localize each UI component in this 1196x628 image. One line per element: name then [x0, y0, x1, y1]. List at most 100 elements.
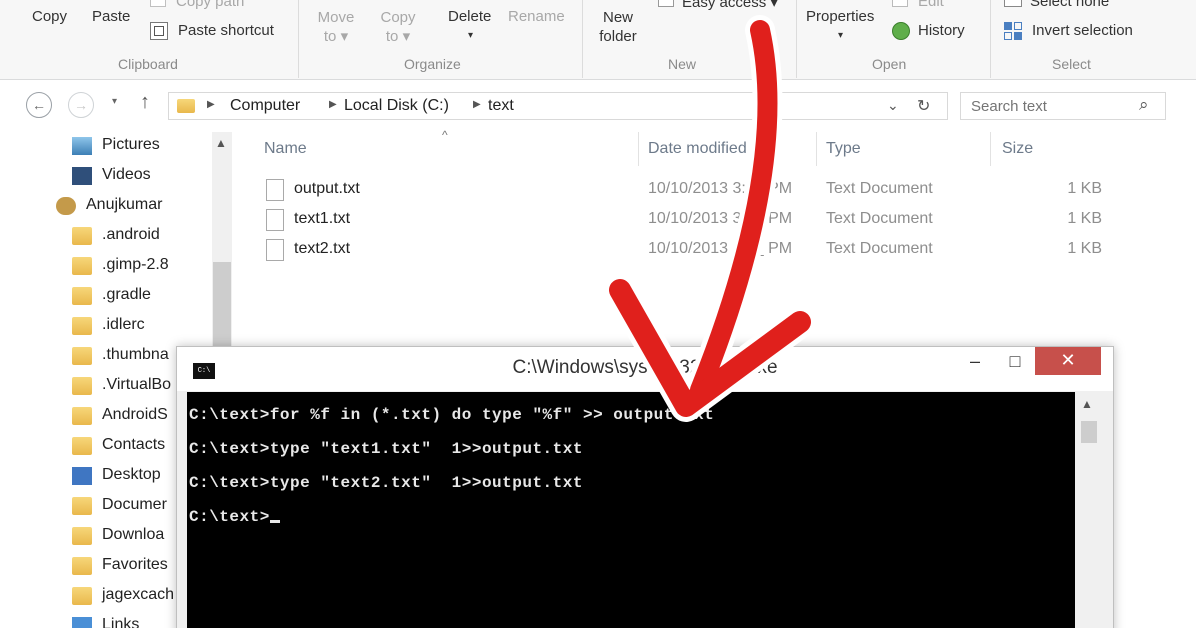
properties-dropdown-icon[interactable]: ▾ [838, 30, 843, 41]
address-dropdown-icon[interactable]: ⌄ [887, 97, 899, 114]
paste-shortcut-button[interactable]: Paste shortcut [178, 22, 274, 39]
console-prompt-line[interactable]: C:\text> [189, 508, 280, 526]
console-line: C:\text>type "text1.txt" 1>>output.txt [189, 440, 583, 458]
downloads-icon [72, 527, 92, 545]
ribbon-separator [298, 0, 299, 78]
file-size: 1 KB [1067, 180, 1102, 197]
organize-group-label: Organize [404, 56, 461, 72]
cmd-scroll-thumb[interactable] [1081, 421, 1097, 443]
breadcrumb-computer[interactable]: Computer [230, 97, 300, 115]
up-arrow-icon[interactable]: ↑ [140, 91, 150, 114]
delete-button[interactable]: Delete [448, 8, 491, 25]
folder-icon [72, 347, 92, 365]
folder-icon [72, 377, 92, 395]
text-cursor [269, 520, 280, 523]
search-box[interactable]: ⌕ [960, 92, 1166, 120]
file-type: Text Document [826, 210, 933, 227]
history-icon [892, 22, 910, 40]
recent-locations-icon[interactable]: ▾ [112, 96, 117, 107]
ribbon: Copy Paste Copy path Paste shortcut Clip… [0, 0, 1196, 80]
delete-dropdown-icon[interactable]: ▾ [468, 30, 473, 41]
select-none-icon [1004, 0, 1022, 7]
new-group-label: New [668, 56, 697, 72]
select-none-button[interactable]: Select none [1030, 0, 1109, 10]
file-row[interactable]: text1.txt 10/10/2013 3:__ PM Text Docume… [262, 206, 1132, 234]
forward-button[interactable]: → [68, 92, 94, 118]
column-header-type[interactable]: Type [826, 140, 861, 158]
easy-access-button[interactable]: Easy access ▾ [682, 0, 778, 11]
text-file-icon [266, 179, 284, 201]
paste-button[interactable]: Paste [92, 8, 130, 25]
links-icon [72, 617, 92, 628]
new-folder-button[interactable]: New folder [594, 8, 642, 46]
breadcrumb-text[interactable]: text [488, 97, 514, 115]
copy-path-icon [150, 0, 166, 7]
file-type: Text Document [826, 180, 933, 197]
file-size: 1 KB [1067, 240, 1102, 257]
copy-path-button[interactable]: Copy path [176, 0, 244, 10]
search-icon[interactable]: ⌕ [1139, 95, 1149, 115]
maximize-button[interactable]: □ [995, 347, 1035, 377]
documents-icon [72, 497, 92, 515]
select-group-label: Select [1052, 56, 1091, 72]
console-line: C:\text>for %f in (*.txt) do type "%f" >… [189, 406, 715, 424]
text-file-icon [266, 209, 284, 231]
history-button[interactable]: History [918, 22, 965, 39]
pictures-icon [72, 137, 92, 155]
folder-icon [72, 257, 92, 275]
column-header-size[interactable]: Size [1002, 140, 1033, 158]
sort-indicator-icon: ^ [442, 128, 448, 142]
paste-shortcut-icon [150, 22, 168, 40]
videos-icon [72, 167, 92, 185]
open-group-label: Open [872, 56, 907, 72]
minimize-button[interactable]: – [955, 347, 995, 377]
desktop-icon [72, 467, 92, 485]
folder-icon [72, 587, 92, 605]
cmd-scroll-up-icon[interactable]: ▲ [1081, 397, 1093, 411]
folder-icon [72, 227, 92, 245]
ribbon-separator [582, 0, 583, 78]
file-row[interactable]: output.txt 10/10/2013 3:__ PM Text Docum… [262, 176, 1132, 204]
copy-button[interactable]: Copy [32, 8, 67, 25]
text-file-icon [266, 239, 284, 261]
console-prompt: C:\text> [189, 508, 270, 526]
properties-button[interactable]: Properties [806, 8, 874, 25]
file-size: 1 KB [1067, 210, 1102, 227]
refresh-icon[interactable]: ↻ [917, 96, 930, 116]
favorites-icon [72, 557, 92, 575]
contacts-icon [72, 437, 92, 455]
rename-button[interactable]: Rename [508, 8, 565, 25]
ribbon-separator [796, 0, 797, 78]
file-name: text2.txt [294, 240, 351, 257]
search-input[interactable] [961, 93, 1131, 119]
file-row[interactable]: text2.txt 10/10/2013 3:__ PM Text Docume… [262, 236, 1132, 264]
console-output[interactable]: C:\text>for %f in (*.txt) do type "%f" >… [187, 392, 1075, 628]
close-button[interactable]: ✕ [1035, 347, 1101, 375]
column-header-name[interactable]: Name [264, 140, 307, 158]
user-icon [56, 197, 76, 215]
address-row: ← → ▾ ↑ ▶ Computer ▶ Local Disk (C:) ▶ t… [0, 84, 1196, 124]
invert-selection-button[interactable]: Invert selection [1032, 22, 1133, 39]
file-name: output.txt [294, 180, 360, 197]
file-date: 10/10/2013 3:__ PM [648, 240, 793, 257]
breadcrumb-local-disk[interactable]: Local Disk (C:) [344, 97, 449, 115]
column-header-date-modified[interactable]: Date modified [648, 140, 747, 158]
folder-icon [177, 99, 195, 113]
file-date: 10/10/2013 3:__ PM [648, 180, 793, 197]
move-to-button[interactable]: Move to ▾ [314, 8, 358, 46]
invert-selection-icon [1004, 22, 1024, 40]
ribbon-separator [990, 0, 991, 78]
cmd-titlebar[interactable]: C:\ C:\Windows\system32\cmd.exe – □ ✕ [177, 347, 1113, 391]
back-button[interactable]: ← [26, 92, 52, 118]
copy-to-button[interactable]: Copy to ▾ [376, 8, 420, 46]
edit-button[interactable]: Edit [918, 0, 944, 10]
scroll-up-icon[interactable]: ▲ [215, 136, 227, 150]
file-date: 10/10/2013 3:__ PM [648, 210, 793, 227]
folder-icon [72, 287, 92, 305]
cmd-window[interactable]: C:\ C:\Windows\system32\cmd.exe – □ ✕ C:… [176, 346, 1114, 628]
folder-icon [72, 317, 92, 335]
edit-icon [892, 0, 908, 7]
clipboard-group-label: Clipboard [118, 56, 178, 72]
easy-access-icon [658, 0, 674, 7]
address-bar[interactable]: ▶ Computer ▶ Local Disk (C:) ▶ text ⌄ ↻ [168, 92, 948, 120]
